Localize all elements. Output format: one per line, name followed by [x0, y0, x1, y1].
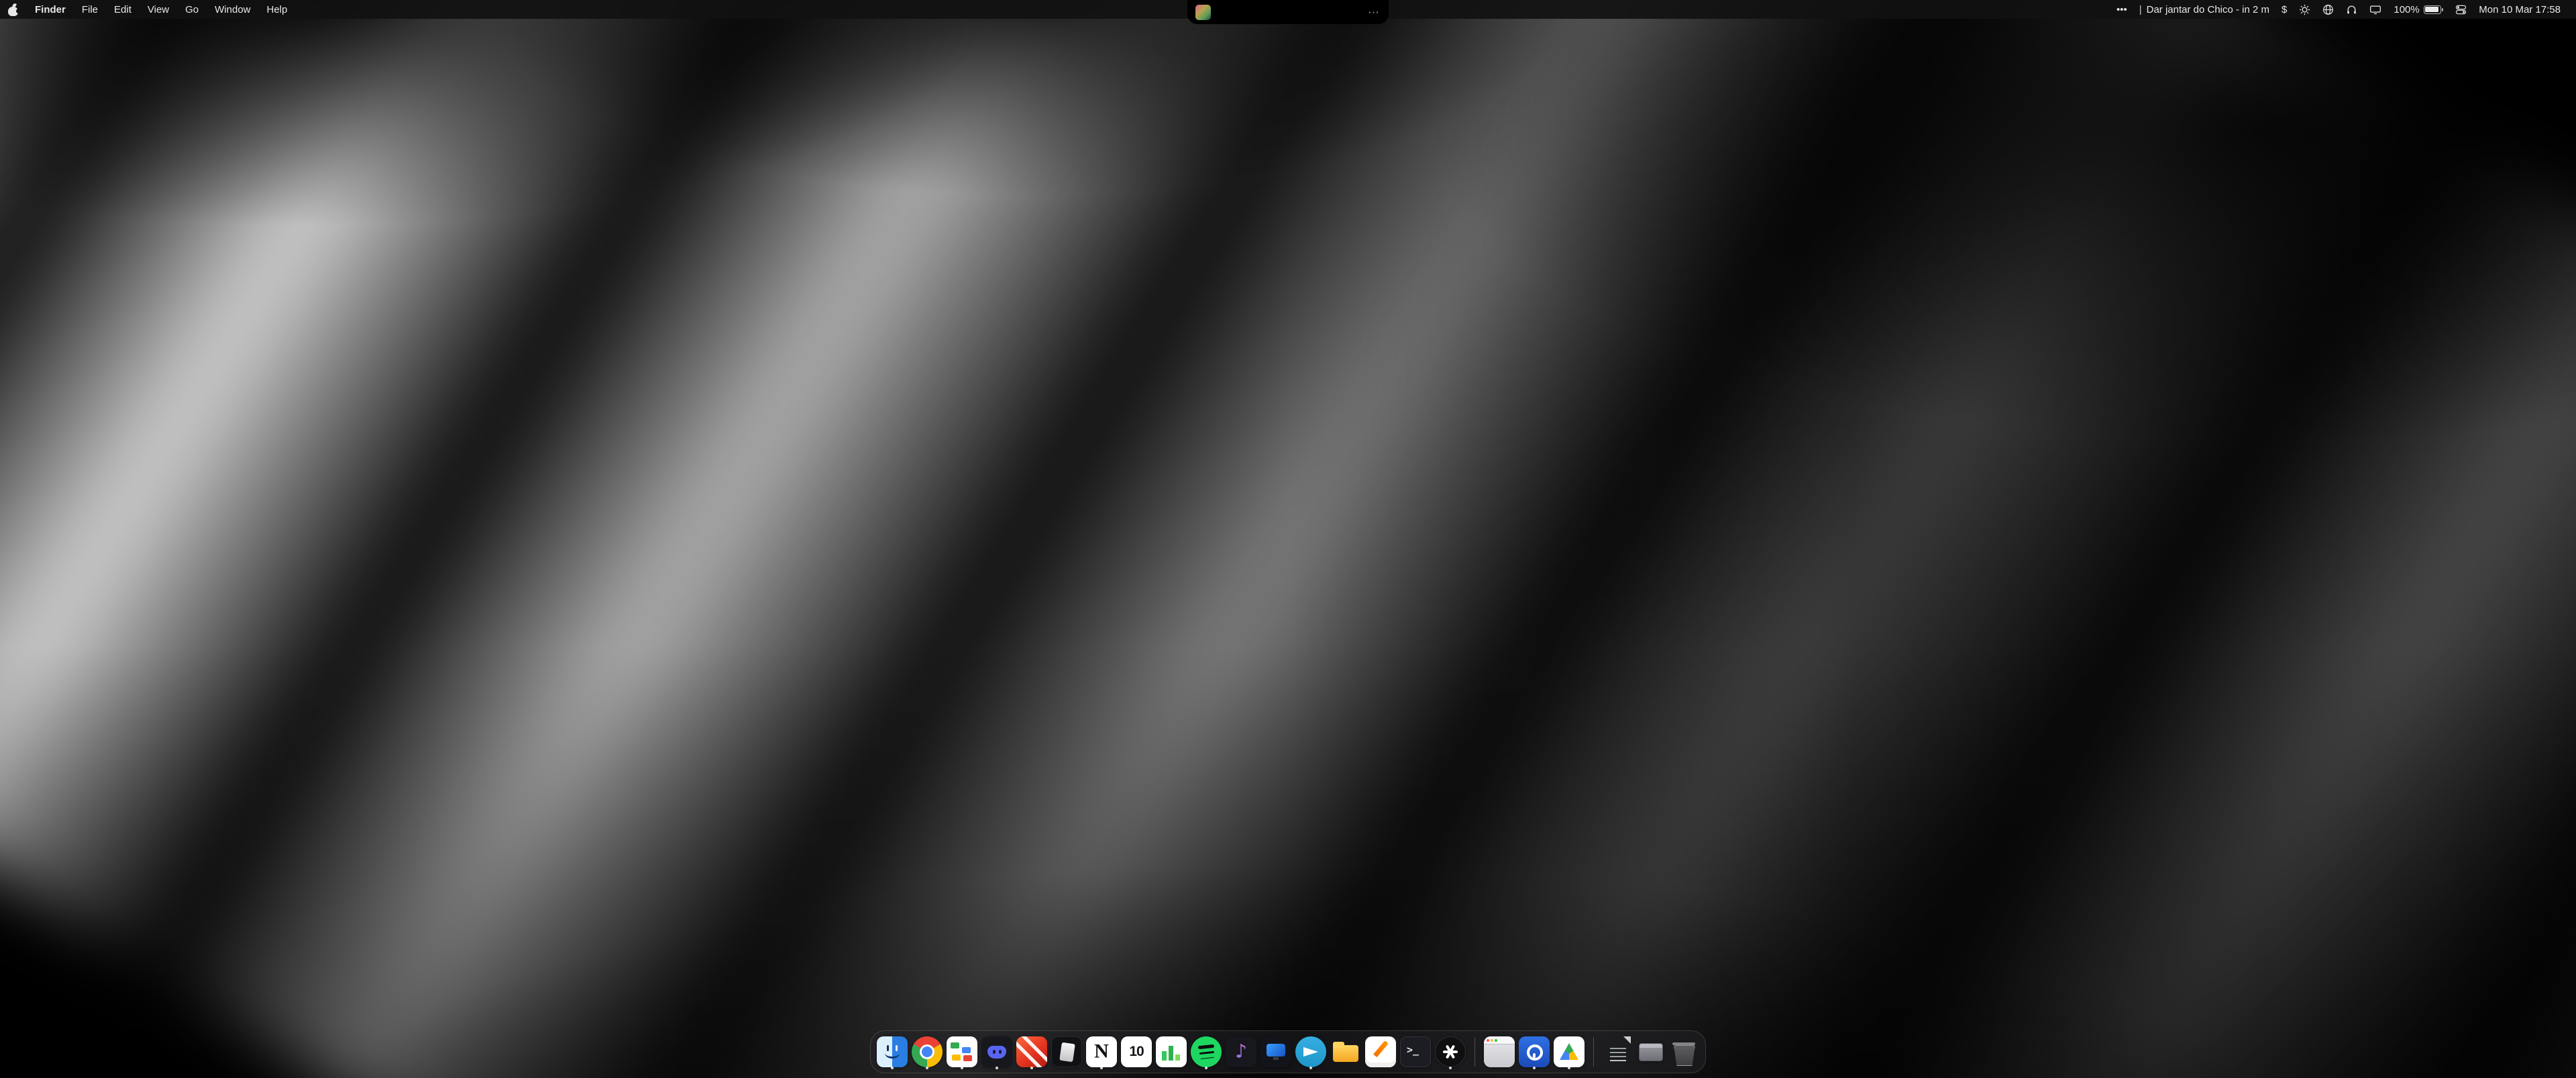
dock-icon-spotify[interactable]: [1191, 1034, 1222, 1069]
dock-icon-screen-studio[interactable]: [1260, 1034, 1291, 1069]
app-window-icon: [1484, 1036, 1515, 1067]
numbers-icon: [1156, 1036, 1187, 1067]
screen-recorder-icon: [1260, 1036, 1291, 1067]
menu-window[interactable]: Window: [207, 0, 258, 19]
notch-now-playing-widget: ⋯: [1187, 0, 1389, 24]
finder-icon: [877, 1036, 908, 1067]
terminal-prompt: >_: [1407, 1045, 1419, 1055]
pages-icon: [1365, 1036, 1396, 1067]
dock-icon-craft[interactable]: [1051, 1034, 1082, 1069]
menu-edit[interactable]: Edit: [106, 0, 140, 19]
craft-icon: [1051, 1036, 1082, 1067]
menubar-overflow-icon[interactable]: •••: [2110, 0, 2133, 19]
desktop-wallpaper: [0, 0, 2576, 1078]
trash-icon: [1668, 1036, 1699, 1067]
dock-divider: [1593, 1037, 1594, 1067]
minimized-window-thumbnail: [1639, 1043, 1663, 1061]
event-reminder-widget[interactable]: | Dar jantar do Chico - in 2 m: [2133, 0, 2275, 19]
event-separator: |: [2139, 4, 2142, 15]
music-icon: ♪: [1226, 1036, 1256, 1067]
dock-icon-calendar[interactable]: [947, 1034, 977, 1069]
dock-icon-notion[interactable]: N: [1086, 1034, 1117, 1069]
now-playing-album-art[interactable]: [1195, 5, 1211, 20]
mail-icon: [1016, 1036, 1047, 1067]
notion-icon: N: [1086, 1036, 1117, 1067]
apple-logo-icon: [8, 3, 19, 16]
dock-icon-telegram[interactable]: [1295, 1034, 1326, 1069]
terminal-icon: >_: [1400, 1036, 1431, 1067]
dock-icon-discord[interactable]: [981, 1034, 1012, 1069]
dock-icon-1password[interactable]: [1519, 1034, 1550, 1069]
chrome-icon: [912, 1036, 943, 1067]
discord-icon: [981, 1036, 1012, 1067]
globe-language-icon[interactable]: [2316, 0, 2340, 19]
menu-bar-status-area: ••• | Dar jantar do Chico - in 2 m $: [2110, 0, 2576, 19]
currency-menu-icon[interactable]: $: [2275, 0, 2293, 19]
notion-letter: N: [1094, 1041, 1109, 1061]
dock-icon-chatgpt[interactable]: [1435, 1034, 1466, 1069]
dock-icon-google-drive[interactable]: [1554, 1034, 1585, 1069]
dock-icon-terminal[interactable]: >_: [1400, 1034, 1431, 1069]
dock-icon-mail[interactable]: [1016, 1034, 1047, 1069]
wallpaper-shading: [0, 0, 2576, 1078]
menu-go[interactable]: Go: [177, 0, 207, 19]
dock-icon-music[interactable]: ♪: [1226, 1034, 1256, 1069]
battery-percent: 100%: [2394, 4, 2419, 15]
timer-number: 10: [1129, 1044, 1143, 1059]
now-playing-more-icon[interactable]: ⋯: [1368, 7, 1381, 18]
1password-icon: [1519, 1036, 1550, 1067]
dock-icon-trash[interactable]: [1668, 1034, 1699, 1069]
app-menu-finder[interactable]: Finder: [27, 0, 74, 19]
chatgpt-icon: [1435, 1036, 1466, 1067]
dock-icon-folder[interactable]: [1330, 1034, 1361, 1069]
dock-icon-app-window[interactable]: [1484, 1034, 1515, 1069]
menu-help[interactable]: Help: [259, 0, 296, 19]
apple-menu[interactable]: [0, 0, 27, 19]
battery-status[interactable]: 100%: [2387, 4, 2449, 15]
dock-icon-numbers[interactable]: [1156, 1034, 1187, 1069]
document-icon: [1605, 1036, 1631, 1067]
dock-divider: [1474, 1037, 1475, 1067]
menu-bar-clock[interactable]: Mon 10 Mar 17:58: [2473, 0, 2567, 19]
gear-icon[interactable]: [2293, 0, 2316, 19]
dock-icon-finder[interactable]: [877, 1034, 908, 1069]
event-reminder-text: Dar jantar do Chico - in 2 m: [2147, 4, 2269, 15]
dock-icon-document[interactable]: [1603, 1034, 1633, 1069]
headphones-icon[interactable]: [2340, 0, 2363, 19]
battery-icon: [2424, 5, 2444, 14]
dock-icon-pages[interactable]: [1365, 1034, 1396, 1069]
control-center-icon[interactable]: [2449, 0, 2473, 19]
dock-icon-chrome[interactable]: [912, 1034, 943, 1069]
google-drive-icon: [1554, 1036, 1585, 1067]
timer-icon: 10: [1121, 1036, 1152, 1067]
menu-view[interactable]: View: [140, 0, 177, 19]
dock-icon-timer[interactable]: 10: [1121, 1034, 1152, 1069]
menu-bar-left: Finder File Edit View Go Window Help: [0, 0, 295, 19]
dock-minimized-window[interactable]: [1638, 1034, 1664, 1069]
calendar-icon: [947, 1036, 977, 1067]
display-icon[interactable]: [2363, 0, 2387, 19]
folder-icon: [1330, 1036, 1361, 1067]
spotify-icon: [1191, 1036, 1222, 1067]
dock: N 10 ♪ >_: [870, 1030, 1706, 1073]
telegram-icon: [1295, 1036, 1326, 1067]
music-note: ♪: [1235, 1042, 1247, 1061]
menu-file[interactable]: File: [74, 0, 106, 19]
